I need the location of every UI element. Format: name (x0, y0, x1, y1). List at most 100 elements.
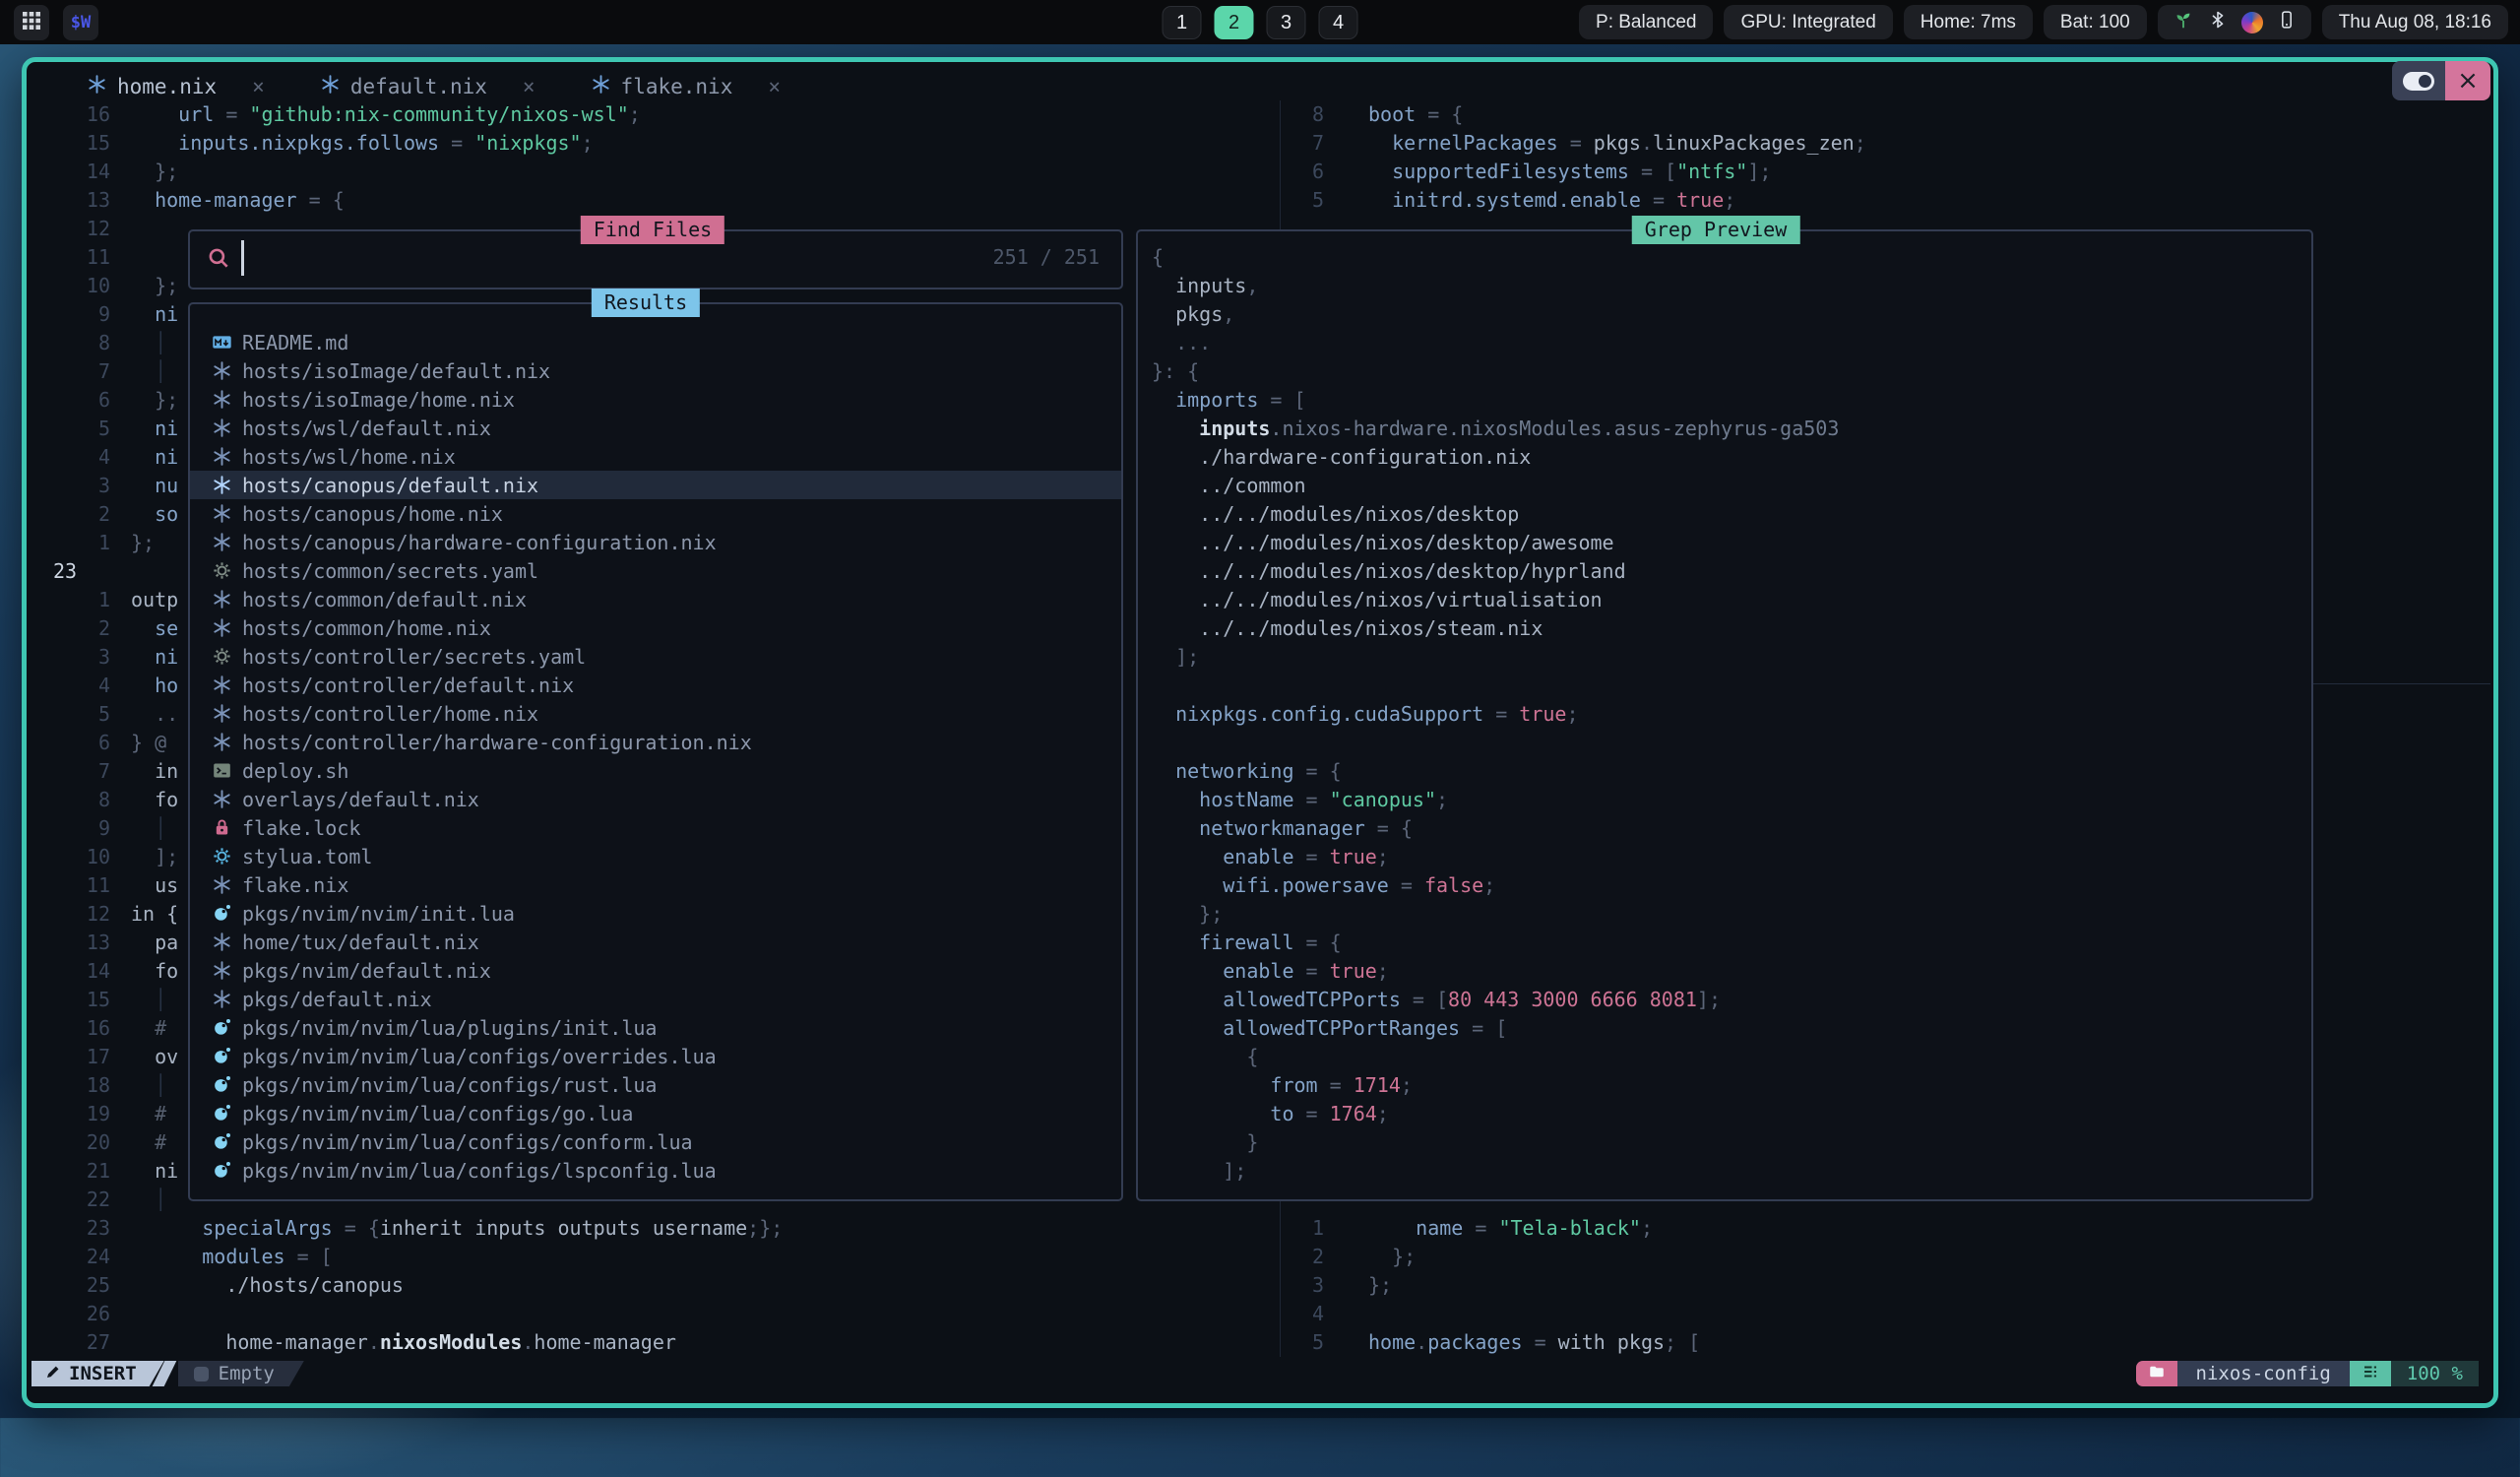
phone-icon[interactable] (2277, 9, 2297, 36)
result-item[interactable]: hosts/wsl/home.nix (190, 442, 1121, 471)
code-line: 5home.packages = with pkgs; [ (1234, 1328, 1700, 1357)
buffer-label: Empty (219, 1363, 275, 1384)
project-folder-segment (2136, 1361, 2177, 1386)
result-item[interactable]: hosts/controller/default.nix (190, 671, 1121, 699)
code-line: 2 }; (1234, 1243, 1700, 1271)
right-bottom-editor-pane[interactable]: 1 name = "Tela-black";2 };3};45home.pack… (1234, 1214, 1700, 1357)
result-label: hosts/canopus/default.nix (242, 474, 538, 497)
workspace-button-3[interactable]: 3 (1267, 6, 1306, 39)
window-close-button[interactable]: × (2445, 61, 2490, 100)
toggle-switch-icon (2403, 72, 2434, 91)
line-number: 26 (53, 1300, 110, 1328)
line-number: 6 (1234, 158, 1324, 186)
line-number: 5 (53, 415, 110, 443)
result-item[interactable]: pkgs/nvim/nvim/lua/configs/go.lua (190, 1099, 1121, 1127)
transparency-toggle-button[interactable] (2392, 61, 2445, 100)
result-item[interactable]: pkgs/nvim/nvim/lua/configs/rust.lua (190, 1070, 1121, 1099)
code-line: 16 url = "github:nix-community/nixos-wsl… (53, 100, 783, 129)
result-item[interactable]: flake.lock (190, 813, 1121, 842)
nix-file-icon (212, 874, 232, 895)
nix-file-icon (212, 589, 232, 610)
buffer-segment: Empty (178, 1361, 304, 1386)
result-label: hosts/controller/home.nix (242, 702, 538, 726)
result-label: pkgs/default.nix (242, 988, 432, 1011)
workspace-button-4[interactable]: 4 (1319, 6, 1358, 39)
close-icon: × (2457, 66, 2479, 96)
preview-line: ... (1152, 329, 1839, 357)
line-number: 24 (53, 1243, 110, 1271)
preview-title: Grep Preview (1632, 216, 1800, 244)
network-plant-icon[interactable] (2173, 9, 2194, 36)
result-label: hosts/controller/default.nix (242, 674, 574, 697)
right-top-editor-pane[interactable]: 8boot = {7 kernelPackages = pkgs.linuxPa… (1234, 100, 1866, 215)
tab-close-icon[interactable]: × (768, 75, 781, 98)
app-launcher-button[interactable] (14, 5, 49, 40)
result-item[interactable]: pkgs/nvim/default.nix (190, 956, 1121, 985)
tab-close-icon[interactable]: × (252, 75, 265, 98)
result-item[interactable]: hosts/isoImage/default.nix (190, 356, 1121, 385)
result-item[interactable]: pkgs/default.nix (190, 985, 1121, 1013)
status-pill: P: Balanced (1579, 5, 1713, 39)
preview-line: networkmanager = { (1152, 814, 1839, 843)
result-item[interactable]: hosts/wsl/default.nix (190, 414, 1121, 442)
result-item[interactable]: hosts/controller/secrets.yaml (190, 642, 1121, 671)
result-item[interactable]: hosts/canopus/home.nix (190, 499, 1121, 528)
result-item[interactable]: hosts/controller/home.nix (190, 699, 1121, 728)
line-number: 4 (1234, 1300, 1324, 1328)
preview-line: { (1152, 243, 1839, 272)
result-item[interactable]: pkgs/nvim/nvim/init.lua (190, 899, 1121, 928)
result-label: hosts/controller/secrets.yaml (242, 645, 586, 669)
result-item[interactable]: stylua.toml (190, 842, 1121, 870)
result-item[interactable]: pkgs/nvim/nvim/lua/configs/overrides.lua (190, 1042, 1121, 1070)
result-item[interactable]: hosts/canopus/default.nix (190, 471, 1121, 499)
code-line: 14 }; (53, 158, 783, 186)
color-wheel-icon[interactable] (2241, 12, 2263, 33)
result-item[interactable]: flake.nix (190, 870, 1121, 899)
result-item[interactable]: hosts/common/home.nix (190, 613, 1121, 642)
preview-line: hostName = "canopus"; (1152, 786, 1839, 814)
result-item[interactable]: hosts/canopus/hardware-configuration.nix (190, 528, 1121, 556)
result-item[interactable]: pkgs/nvim/nvim/lua/plugins/init.lua (190, 1013, 1121, 1042)
search-icon (206, 245, 231, 276)
yaml-file-icon (212, 646, 232, 667)
result-label: home/tux/default.nix (242, 931, 479, 954)
preview-line: ]; (1152, 1157, 1839, 1186)
result-item[interactable]: deploy.sh (190, 756, 1121, 785)
preview-line: networking = { (1152, 757, 1839, 786)
result-item[interactable]: pkgs/nvim/nvim/lua/configs/lspconfig.lua (190, 1156, 1121, 1185)
statusline: INSERT Empty nixos-config 100 % (32, 1361, 2479, 1386)
list-lines-icon (2362, 1363, 2379, 1385)
result-item[interactable]: hosts/common/secrets.yaml (190, 556, 1121, 585)
preview-line: }: { (1152, 357, 1839, 386)
line-number: 14 (53, 957, 110, 986)
nix-snowflake-icon (591, 74, 611, 99)
result-item[interactable]: pkgs/nvim/nvim/lua/configs/conform.lua (190, 1127, 1121, 1156)
bluetooth-icon[interactable] (2208, 9, 2228, 36)
nix-file-icon (212, 789, 232, 809)
line-number: 9 (53, 300, 110, 329)
result-item[interactable]: README.md (190, 328, 1121, 356)
workspace-button-1[interactable]: 1 (1163, 6, 1202, 39)
workspace-button-2[interactable]: 2 (1215, 6, 1254, 39)
split-separator (2309, 683, 2490, 684)
preview-line: inputs.nixos-hardware.nixosModules.asus-… (1152, 415, 1839, 443)
code-line: 15 inputs.nixpkgs.follows = "nixpkgs"; (53, 129, 783, 158)
tab-close-icon[interactable]: × (523, 75, 536, 98)
result-item[interactable]: overlays/default.nix (190, 785, 1121, 813)
result-item[interactable]: hosts/isoImage/home.nix (190, 385, 1121, 414)
finder-title: Find Files (581, 216, 724, 244)
grep-preview-code: { inputs, pkgs, ...}: { imports = [ inpu… (1152, 243, 1839, 1186)
line-number: 1 (53, 529, 110, 557)
pencil-icon (45, 1363, 61, 1384)
result-item[interactable]: home/tux/default.nix (190, 928, 1121, 956)
result-label: pkgs/nvim/default.nix (242, 959, 491, 983)
line-number: 25 (53, 1271, 110, 1300)
preview-line: imports = [ (1152, 386, 1839, 415)
workspace-logo-button[interactable]: $W (63, 5, 98, 40)
result-item[interactable]: hosts/common/default.nix (190, 585, 1121, 613)
line-number: 17 (53, 1043, 110, 1071)
result-item[interactable]: hosts/controller/hardware-configuration.… (190, 728, 1121, 756)
line-number: 12 (53, 215, 110, 243)
code-line: 23 specialArgs = {inherit inputs outputs… (53, 1214, 783, 1243)
folder-icon (2148, 1363, 2166, 1385)
